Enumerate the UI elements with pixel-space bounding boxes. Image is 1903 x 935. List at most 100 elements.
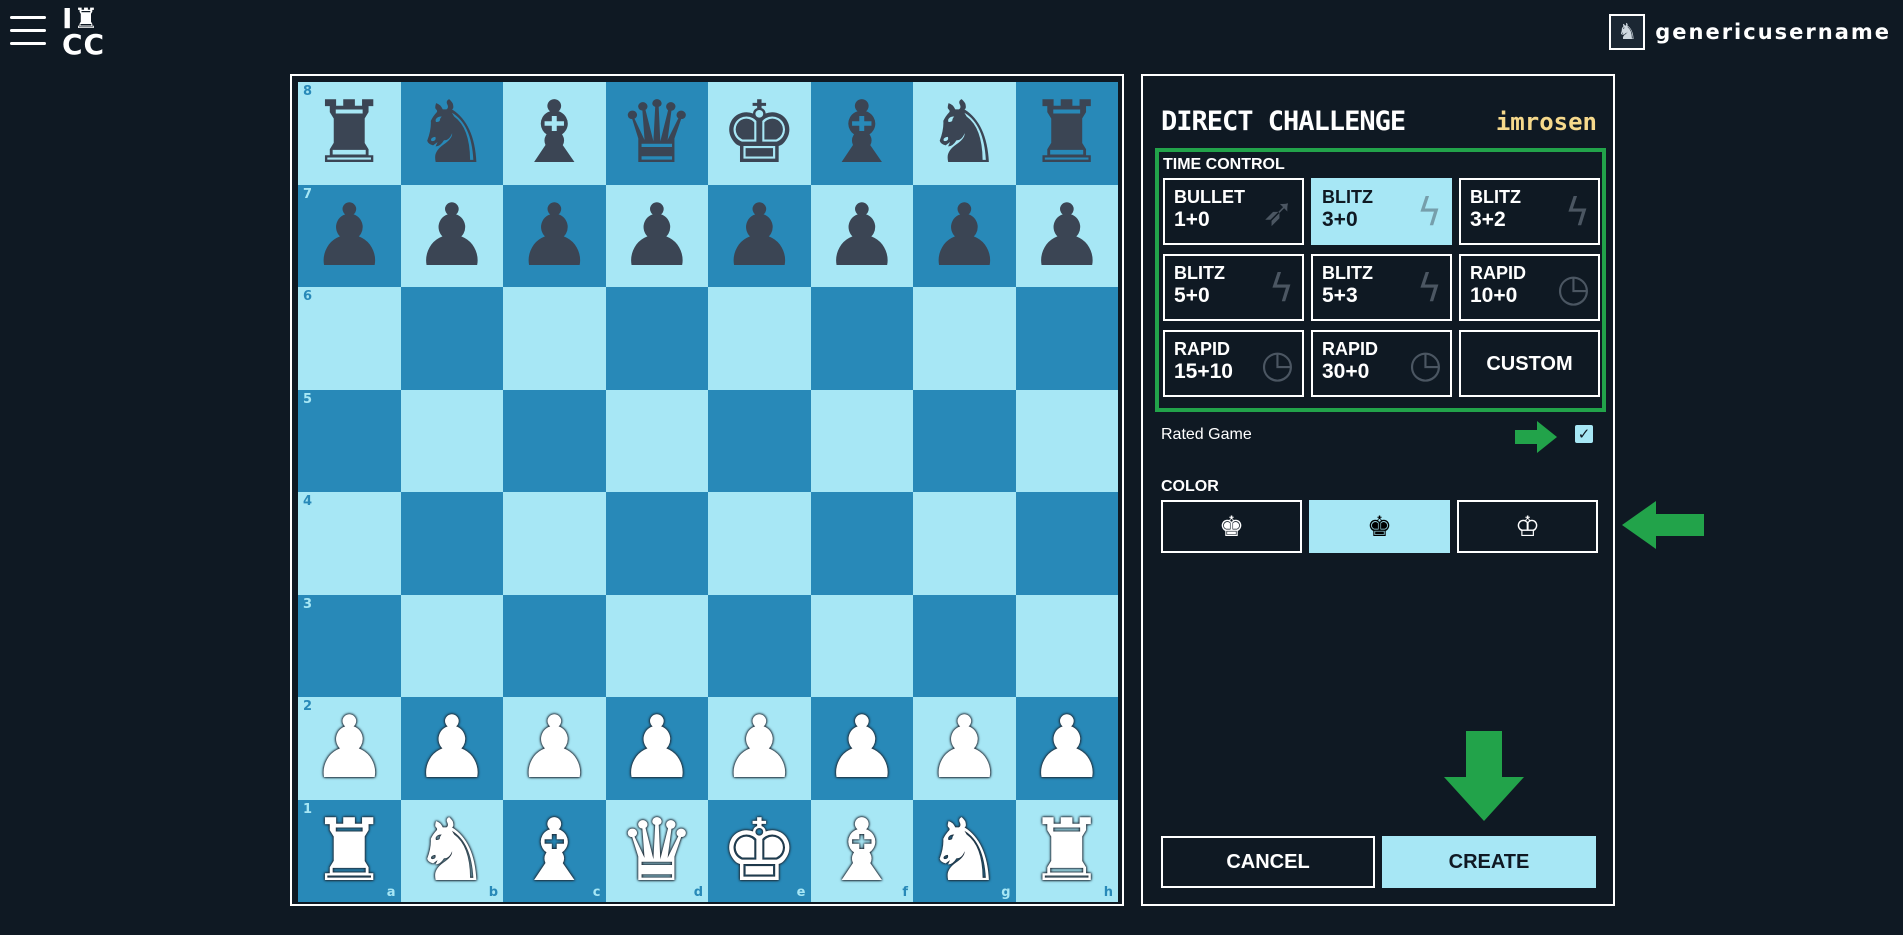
square-d1[interactable]: d ♛ (605, 799, 708, 902)
square-c6[interactable] (503, 287, 606, 390)
white-piece[interactable]: ♝ (823, 808, 900, 894)
square-h7[interactable]: ♟ (1015, 184, 1118, 287)
black-piece[interactable]: ♛ (618, 90, 695, 176)
black-piece[interactable]: ♟ (1028, 193, 1105, 279)
white-piece[interactable]: ♜ (1028, 808, 1105, 894)
square-a2[interactable]: 2 ♟ (298, 697, 401, 800)
random-king-icon[interactable]: ♚ (1309, 500, 1450, 553)
white-piece[interactable]: ♟ (1028, 705, 1105, 791)
square-f5[interactable] (810, 389, 913, 492)
cancel-button[interactable]: CANCEL (1161, 836, 1375, 888)
square-d5[interactable] (605, 389, 708, 492)
black-piece[interactable]: ♝ (516, 90, 593, 176)
square-b4[interactable] (400, 492, 503, 595)
black-piece[interactable]: ♚ (721, 90, 798, 176)
square-f4[interactable] (810, 492, 913, 595)
square-f8[interactable]: ♝ (810, 82, 913, 185)
opponent-name[interactable]: imrosen (1496, 108, 1597, 136)
black-king-icon[interactable]: ♔ (1457, 500, 1598, 553)
square-e6[interactable] (708, 287, 811, 390)
square-d8[interactable]: ♛ (605, 82, 708, 185)
time-control-rapid-15-10[interactable]: RAPID 15+10 ◷ (1163, 330, 1304, 397)
square-a6[interactable]: 6 (298, 287, 401, 390)
time-control-blitz-3-2[interactable]: BLITZ 3+2 ϟ (1459, 178, 1600, 245)
white-piece[interactable]: ♟ (618, 705, 695, 791)
white-piece[interactable]: ♟ (721, 705, 798, 791)
time-control-rapid-10-0[interactable]: RAPID 10+0 ◷ (1459, 254, 1600, 321)
square-c2[interactable]: ♟ (503, 697, 606, 800)
square-e2[interactable]: ♟ (708, 697, 811, 800)
white-piece[interactable]: ♟ (926, 705, 1003, 791)
white-piece[interactable]: ♟ (311, 705, 388, 791)
square-e3[interactable] (708, 594, 811, 697)
square-h1[interactable]: h ♜ (1015, 799, 1118, 902)
square-c8[interactable]: ♝ (503, 82, 606, 185)
square-g1[interactable]: g ♞ (913, 799, 1016, 902)
square-f7[interactable]: ♟ (810, 184, 913, 287)
square-e4[interactable] (708, 492, 811, 595)
black-piece[interactable]: ♟ (516, 193, 593, 279)
white-piece[interactable]: ♟ (413, 705, 490, 791)
square-e1[interactable]: e ♚ (708, 799, 811, 902)
square-g8[interactable]: ♞ (913, 82, 1016, 185)
chess-board[interactable]: 8 ♜ ♞ ♝ ♛ ♚ ♝ ♞ ♜ 7 ♟ ♟ ♟ ♟ ♟ ♟ ♟ ♟ 6 5 4 3 2 ♟ ♟ ♟ ♟ ♟ ♟ ♟ ♟ 1 a ♜ b ♞ c ♝ d ♛… (298, 82, 1118, 902)
black-piece[interactable]: ♟ (618, 193, 695, 279)
square-e8[interactable]: ♚ (708, 82, 811, 185)
hamburger-menu-icon[interactable] (10, 14, 46, 48)
square-b6[interactable] (400, 287, 503, 390)
square-b1[interactable]: b ♞ (400, 799, 503, 902)
black-piece[interactable]: ♞ (926, 90, 1003, 176)
square-d7[interactable]: ♟ (605, 184, 708, 287)
square-c4[interactable] (503, 492, 606, 595)
logo[interactable]: I♜ CC (62, 5, 116, 59)
square-b3[interactable] (400, 594, 503, 697)
white-piece[interactable]: ♝ (516, 808, 593, 894)
white-piece[interactable]: ♛ (618, 808, 695, 894)
square-d2[interactable]: ♟ (605, 697, 708, 800)
square-d4[interactable] (605, 492, 708, 595)
square-a4[interactable]: 4 (298, 492, 401, 595)
create-button[interactable]: CREATE (1382, 836, 1596, 888)
square-b8[interactable]: ♞ (400, 82, 503, 185)
square-a3[interactable]: 3 (298, 594, 401, 697)
black-piece[interactable]: ♟ (926, 193, 1003, 279)
white-piece[interactable]: ♟ (823, 705, 900, 791)
square-g3[interactable] (913, 594, 1016, 697)
square-g5[interactable] (913, 389, 1016, 492)
square-b7[interactable]: ♟ (400, 184, 503, 287)
square-f2[interactable]: ♟ (810, 697, 913, 800)
square-g4[interactable] (913, 492, 1016, 595)
square-b5[interactable] (400, 389, 503, 492)
white-piece[interactable]: ♞ (413, 808, 490, 894)
square-a8[interactable]: 8 ♜ (298, 82, 401, 185)
square-e7[interactable]: ♟ (708, 184, 811, 287)
square-h2[interactable]: ♟ (1015, 697, 1118, 800)
black-piece[interactable]: ♜ (311, 90, 388, 176)
time-control-custom-button[interactable]: CUSTOM (1459, 330, 1600, 397)
square-d3[interactable] (605, 594, 708, 697)
square-a5[interactable]: 5 (298, 389, 401, 492)
time-control-blitz-3-0[interactable]: BLITZ 3+0 ϟ (1311, 178, 1452, 245)
black-piece[interactable]: ♟ (823, 193, 900, 279)
square-h3[interactable] (1015, 594, 1118, 697)
square-g2[interactable]: ♟ (913, 697, 1016, 800)
black-piece[interactable]: ♟ (721, 193, 798, 279)
square-c7[interactable]: ♟ (503, 184, 606, 287)
user-menu[interactable]: ♞ genericusername (1609, 14, 1891, 50)
square-c1[interactable]: c ♝ (503, 799, 606, 902)
square-f1[interactable]: f ♝ (810, 799, 913, 902)
square-h8[interactable]: ♜ (1015, 82, 1118, 185)
white-piece[interactable]: ♟ (516, 705, 593, 791)
square-c3[interactable] (503, 594, 606, 697)
square-d6[interactable] (605, 287, 708, 390)
black-piece[interactable]: ♜ (1028, 90, 1105, 176)
white-piece[interactable]: ♚ (721, 808, 798, 894)
square-h4[interactable] (1015, 492, 1118, 595)
white-piece[interactable]: ♜ (311, 808, 388, 894)
square-f6[interactable] (810, 287, 913, 390)
time-control-rapid-30-0[interactable]: RAPID 30+0 ◷ (1311, 330, 1452, 397)
square-h5[interactable] (1015, 389, 1118, 492)
white-piece[interactable]: ♞ (926, 808, 1003, 894)
black-piece[interactable]: ♝ (823, 90, 900, 176)
time-control-bullet-1-0[interactable]: BULLET 1+0 ➶ (1163, 178, 1304, 245)
